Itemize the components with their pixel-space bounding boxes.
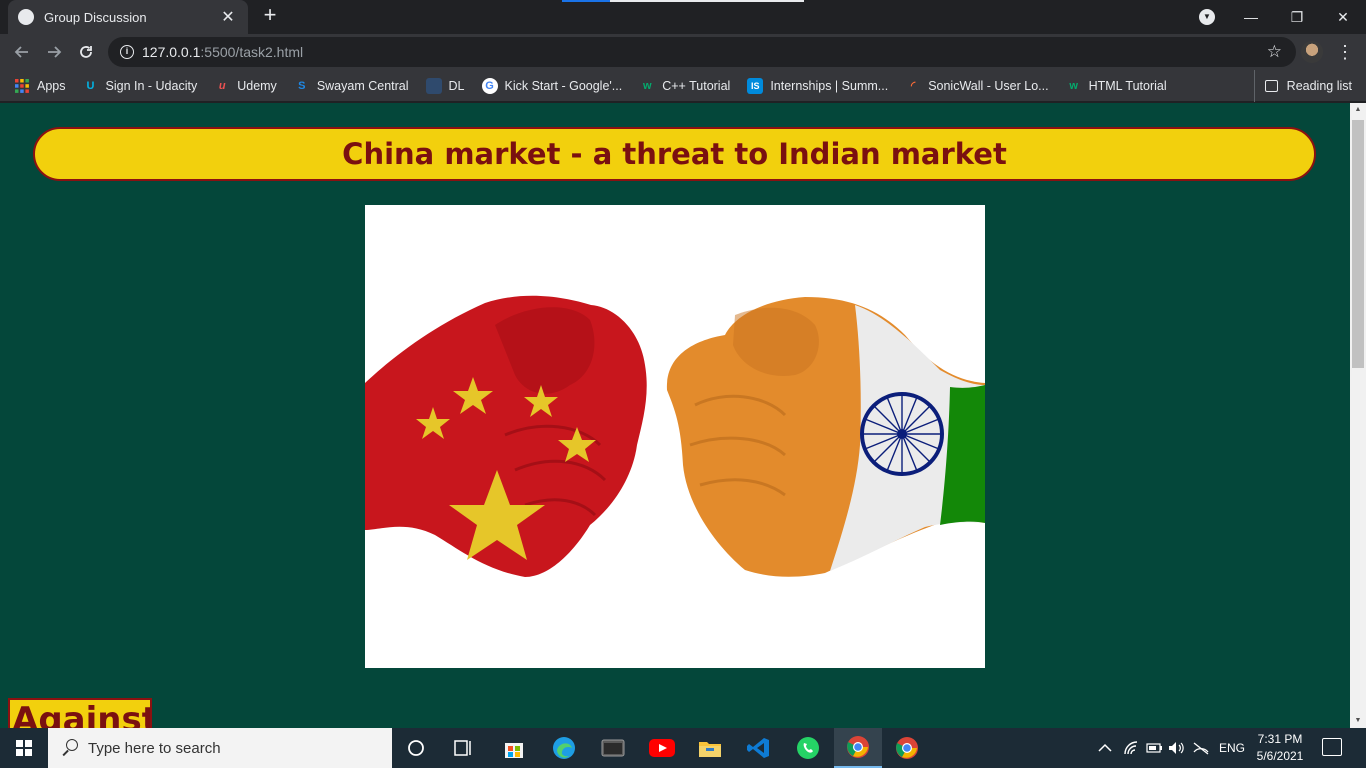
apps-grid-icon	[14, 78, 30, 94]
vscode-icon[interactable]	[735, 728, 783, 768]
udemy-icon: u	[218, 79, 226, 92]
bookmark-label: Sign In - Udacity	[105, 78, 198, 93]
volume-icon[interactable]	[1168, 728, 1186, 768]
wifi-icon[interactable]	[1123, 728, 1139, 768]
against-section-heading: Against	[8, 698, 152, 728]
browser-tab[interactable]: Group Discussion ✕	[8, 0, 248, 34]
url-host: 127.0.0.1	[142, 44, 201, 60]
close-window-button[interactable]: ✕	[1320, 0, 1366, 34]
internshala-icon: IS	[747, 77, 764, 94]
scroll-down-icon[interactable]: ▼	[1350, 714, 1366, 728]
task-view-icon[interactable]	[440, 728, 488, 768]
bookmark-label: C++ Tutorial	[662, 78, 731, 93]
udacity-icon: U	[86, 79, 95, 92]
file-explorer-icon[interactable]	[686, 728, 734, 768]
start-button[interactable]	[0, 728, 48, 768]
whatsapp-icon[interactable]	[784, 728, 832, 768]
bookmark-udemy[interactable]: u Udemy	[214, 78, 277, 94]
terminal-app-icon[interactable]	[589, 728, 637, 768]
bookmark-label: Udemy	[237, 78, 277, 93]
bookmark-swayam[interactable]: S Swayam Central	[294, 78, 409, 94]
minimize-button[interactable]: —	[1228, 0, 1274, 34]
battery-icon[interactable]	[1146, 728, 1164, 768]
w3schools-icon: w	[642, 79, 652, 92]
loading-indicator	[562, 0, 804, 2]
profile-avatar[interactable]	[1301, 41, 1323, 63]
restore-button[interactable]: ❐	[1274, 0, 1320, 34]
bookmark-label: Kick Start - Google'...	[504, 78, 623, 93]
microsoft-store-icon[interactable]	[490, 728, 538, 768]
new-tab-button[interactable]: +	[258, 4, 282, 28]
bookmark-label: Apps	[37, 78, 66, 93]
bookmark-label: Swayam Central	[316, 78, 409, 93]
forward-arrow-icon[interactable]	[40, 38, 68, 66]
reading-list-button[interactable]: Reading list	[1253, 70, 1352, 102]
bookmark-label: SonicWall - User Lo...	[928, 78, 1049, 93]
back-arrow-icon[interactable]	[8, 38, 36, 66]
bookmark-internships[interactable]: IS Internships | Summ...	[747, 77, 889, 94]
fists-illustration	[365, 295, 985, 577]
india-flag-fist	[666, 297, 985, 577]
clock-time: 7:31 PM	[1257, 732, 1303, 746]
url-path: :5500/task2.html	[200, 44, 304, 60]
tab-search-icon[interactable]: ▼	[1199, 9, 1215, 25]
search-icon	[62, 739, 80, 757]
page-title: China market - a threat to Indian market	[33, 127, 1316, 181]
search-placeholder: Type here to search	[88, 739, 221, 757]
chrome-icon[interactable]	[883, 728, 931, 768]
address-bar[interactable]: i 127.0.0.1 :5500/task2.html ☆	[108, 37, 1296, 67]
taskbar-search-box[interactable]: Type here to search	[48, 728, 392, 768]
edge-browser-icon[interactable]	[540, 728, 588, 768]
reload-icon[interactable]	[72, 38, 100, 66]
tab-title: Group Discussion	[44, 9, 147, 25]
browser-title-bar: Group Discussion ✕ + ▼ — ❐ ✕	[0, 0, 1366, 34]
bookmarks-bar: Apps U Sign In - Udacity u Udemy S Swaya…	[0, 70, 1366, 102]
bookmark-html-tutorial[interactable]: w HTML Tutorial	[1066, 78, 1167, 94]
bookmark-cpp-tutorial[interactable]: w C++ Tutorial	[639, 78, 730, 94]
windows-taskbar: Type here to search ENG 7:31 PM 5/6/2021	[0, 728, 1366, 768]
show-hidden-icons[interactable]	[1098, 728, 1112, 768]
bookmark-star-icon[interactable]: ☆	[1267, 42, 1282, 62]
cortana-icon[interactable]	[392, 728, 440, 768]
network-muted-icon[interactable]	[1192, 728, 1210, 768]
notification-center-icon[interactable]	[1322, 738, 1342, 756]
reading-list-icon	[1264, 80, 1278, 92]
china-flag-fist	[365, 295, 647, 577]
google-icon: G	[481, 77, 498, 94]
bookmark-sonicwall[interactable]: ◜ SonicWall - User Lo...	[905, 78, 1049, 94]
swayam-icon: S	[298, 79, 306, 92]
bookmark-dl[interactable]: DL	[425, 77, 465, 94]
bookmark-udacity[interactable]: U Sign In - Udacity	[83, 78, 198, 94]
page-viewport: China market - a threat to Indian market	[0, 103, 1350, 728]
w3schools-icon: w	[1069, 79, 1078, 92]
globe-icon	[18, 9, 34, 25]
bookmark-kickstart[interactable]: G Kick Start - Google'...	[481, 77, 623, 94]
bookmark-label: DL	[448, 78, 465, 93]
sonicwall-icon: ◜	[911, 79, 916, 92]
clock-date: 5/6/2021	[1256, 749, 1304, 763]
scroll-up-icon[interactable]: ▲	[1350, 103, 1366, 117]
windows-logo-icon	[16, 740, 32, 756]
site-info-icon[interactable]: i	[120, 45, 134, 59]
bookmark-apps[interactable]: Apps	[14, 78, 66, 94]
chrome-icon-active[interactable]	[834, 728, 882, 768]
bookmark-label: HTML Tutorial	[1088, 78, 1167, 93]
language-indicator[interactable]: ENG	[1219, 728, 1245, 768]
reading-list-label: Reading list	[1286, 79, 1352, 93]
tab-close-icon[interactable]: ✕	[218, 7, 238, 27]
scrollbar-thumb[interactable]	[1352, 120, 1364, 368]
china-vs-india-fists-image	[365, 205, 985, 668]
youtube-icon[interactable]	[638, 728, 686, 768]
vertical-scrollbar[interactable]: ▲ ▼	[1350, 103, 1366, 728]
system-clock[interactable]: 7:31 PM 5/6/2021	[1244, 731, 1316, 765]
dl-icon	[425, 77, 442, 94]
bookmark-label: Internships | Summ...	[770, 78, 889, 93]
menu-kebab-icon[interactable]: ⋮	[1336, 40, 1354, 64]
browser-toolbar: i 127.0.0.1 :5500/task2.html ☆	[0, 34, 1366, 70]
